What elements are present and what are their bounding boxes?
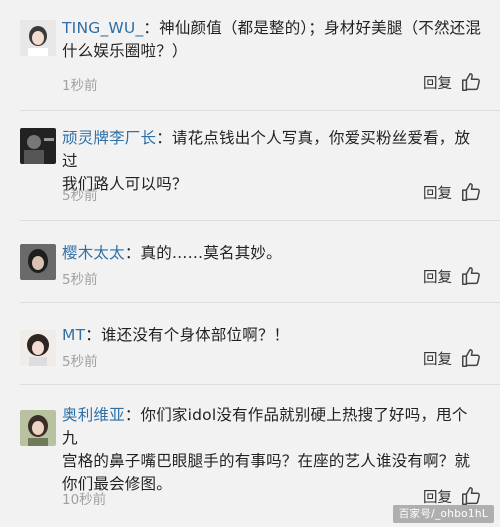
comment-text: 樱木太太：真的……莫名其妙。 (62, 242, 482, 265)
comment-time: 5秒前 (62, 272, 98, 288)
avatar[interactable] (20, 128, 56, 164)
comment-text: MT：谁还没有个身体部位啊？！ (62, 324, 482, 347)
comment-body-line: 宫格的鼻子嘴巴眼腿手的有事吗？在座的艺人谁没有啊？就 (62, 452, 471, 470)
comment-time: 5秒前 (62, 188, 98, 204)
comment-time: 10秒前 (62, 492, 107, 508)
comment-time: 5秒前 (62, 354, 98, 370)
comment-meta: 1秒前 回复 (62, 71, 482, 94)
thumbs-up-icon[interactable] (460, 347, 482, 369)
reply-button[interactable]: 回复 (423, 72, 452, 93)
comment-actions: 回复 (423, 347, 482, 369)
divider (20, 110, 500, 111)
reply-button[interactable]: 回复 (423, 266, 452, 287)
reply-button[interactable]: 回复 (423, 182, 452, 203)
comment-author[interactable]: 樱木太太 (62, 244, 125, 262)
comment-body-line: 谁还没有个身体部位啊？！ (100, 326, 290, 344)
watermark: 百家号/_ohbo1hL (392, 505, 494, 523)
comment-body-line: 真的……莫名其妙。 (140, 244, 282, 262)
thumbs-up-icon[interactable] (460, 181, 482, 203)
comment-author[interactable]: 奥利维亚 (62, 406, 125, 424)
avatar[interactable] (20, 244, 56, 280)
comment-author[interactable]: 顽灵牌李厂长 (62, 129, 156, 147)
comment-text: 奥利维亚：你们家idol没有作品就别硬上热搜了好吗，甩个九 宫格的鼻子嘴巴眼腿手… (62, 404, 482, 496)
comment-meta: 5秒前 回复 (62, 265, 482, 288)
thumbs-up-icon[interactable] (460, 485, 482, 507)
reply-button[interactable]: 回复 (423, 348, 452, 369)
author-separator: ： (85, 326, 101, 344)
thumbs-up-icon[interactable] (460, 265, 482, 287)
avatar[interactable] (20, 20, 56, 56)
comment-actions: 回复 (423, 265, 482, 287)
reply-button[interactable]: 回复 (423, 486, 452, 507)
comment-time: 1秒前 (62, 78, 98, 94)
comment-meta: 5秒前 回复 (62, 347, 482, 370)
author-separator: ： (156, 129, 172, 147)
comment-actions: 回复 (423, 485, 482, 507)
comment-author[interactable]: MT (62, 326, 85, 344)
divider (20, 220, 500, 221)
avatar[interactable] (20, 330, 56, 366)
thumbs-up-icon[interactable] (460, 71, 482, 93)
comment-text: TING_WU_：神仙颜值（都是整的）；身材好美腿（不然还混 什么娱乐圈啦？） (62, 17, 482, 63)
comment-author[interactable]: TING_WU_ (62, 19, 143, 37)
comment-body-line: 神仙颜值（都是整的）；身材好美腿（不然还混 (159, 19, 482, 37)
comment-actions: 回复 (423, 71, 482, 93)
divider (20, 384, 500, 385)
comment-body-line: 什么娱乐圈啦？） (62, 42, 188, 60)
comment-meta: 5秒前 回复 (62, 181, 482, 204)
author-separator: ： (124, 406, 141, 424)
avatar[interactable] (20, 410, 56, 446)
author-separator: ： (143, 19, 160, 37)
divider (20, 302, 500, 303)
comment-actions: 回复 (423, 181, 482, 203)
author-separator: ： (124, 244, 141, 262)
